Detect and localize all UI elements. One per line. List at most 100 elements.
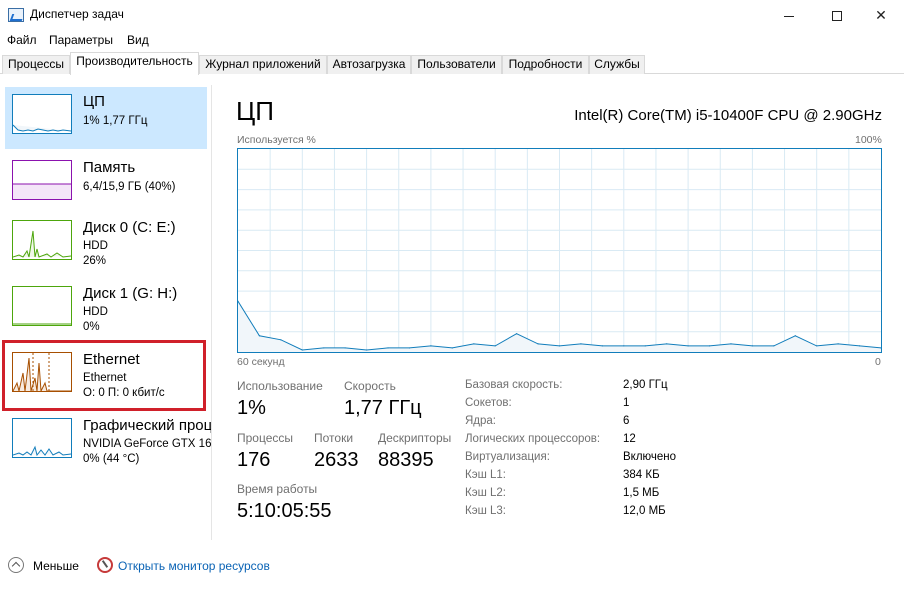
info-key: Базовая скорость: [465, 379, 563, 391]
cpu-usage-point [280, 339, 282, 341]
info-value: 12,0 МБ [623, 505, 666, 517]
info-value: 2,90 ГГц [623, 379, 668, 391]
processes-label: Процессы [237, 431, 294, 445]
open-resource-monitor-link[interactable]: Открыть монитор ресурсов [118, 559, 270, 573]
cpu-usage-point [644, 345, 646, 347]
title-bar: Диспетчер задач ✕ [0, 0, 904, 30]
cpu-usage-point [473, 343, 475, 345]
cpu-usage-point [301, 349, 303, 351]
cpu-usage-point [366, 349, 368, 351]
cpu-usage-point [730, 343, 732, 345]
cpu-usage-point [537, 343, 539, 345]
info-value: 1,5 МБ [623, 487, 660, 499]
handles-value: 88395 [378, 449, 434, 471]
cpu-usage-chart [238, 149, 881, 352]
sidebar-item-detail: NVIDIA GeForce GTX 1660 [83, 438, 211, 450]
info-value: 6 [623, 415, 630, 427]
menu-file[interactable]: Файл [7, 33, 37, 47]
cpu-usage-point [580, 343, 582, 345]
usage-value: 1% [237, 397, 266, 419]
close-button[interactable]: ✕ [858, 0, 904, 30]
graph-x-label: 60 секунд [237, 356, 285, 368]
sidebar-item-cpu[interactable]: ЦП 1% 1,77 ГГц [5, 87, 207, 149]
speed-value: 1,77 ГГц [344, 397, 422, 419]
cpu-usage-point [623, 345, 625, 347]
task-manager-icon [8, 8, 24, 22]
handles-label: Дескрипторы [378, 431, 452, 445]
info-value: 12 [623, 433, 636, 445]
gpu-thumbnail-graph [12, 418, 72, 458]
info-key: Логических процессоров: [465, 433, 601, 445]
cpu-usage-point [408, 347, 411, 349]
sidebar-item-detail: 6,4/15,9 ГБ (40%) [83, 181, 176, 193]
speed-label: Скорость [344, 379, 396, 393]
tab-performance[interactable]: Производительность [70, 52, 199, 75]
tab-details[interactable]: Подробности [502, 55, 589, 74]
fewer-details-button[interactable]: Меньше [33, 559, 79, 573]
threads-value: 2633 [314, 449, 359, 471]
tab-services[interactable]: Службы [589, 55, 645, 74]
info-value: 1 [623, 397, 630, 409]
graph-y-max-label: 100% [855, 134, 882, 146]
processes-value: 176 [237, 449, 271, 471]
sidebar-item-title: Диск 0 (C: E:) [83, 219, 176, 236]
menu-bar: Файл Параметры Вид [0, 31, 904, 51]
minimize-icon [784, 15, 794, 17]
cpu-usage-point [323, 347, 325, 349]
cpu-usage-graph [237, 148, 882, 353]
cpu-usage-point [708, 345, 711, 347]
sidebar-item-title: Графический процессор 0 [83, 417, 211, 434]
tab-processes[interactable]: Процессы [2, 55, 70, 74]
cpu-usage-point [858, 345, 861, 347]
menu-options[interactable]: Параметры [49, 33, 113, 47]
sidebar-item-memory[interactable]: Память 6,4/15,9 ГБ (40%) [5, 153, 207, 215]
cpu-usage-point [558, 345, 561, 347]
sidebar-item-gpu[interactable]: Графический процессор 0 NVIDIA GeForce G… [5, 411, 211, 473]
graph-x-end-label: 0 [875, 356, 881, 368]
uptime-value: 5:10:05:55 [237, 500, 332, 522]
cpu-usage-point [794, 335, 796, 337]
memory-thumbnail-graph [12, 160, 72, 200]
footer-bar: Меньше Открыть монитор ресурсов [0, 552, 904, 582]
cpu-usage-point [516, 333, 518, 335]
usage-label: Использование [237, 379, 323, 393]
sidebar-item-detail: HDD [83, 306, 108, 318]
tab-users[interactable]: Пользователи [411, 55, 502, 74]
cpu-usage-point [666, 343, 668, 345]
cpu-usage-point [816, 345, 818, 347]
cpu-usage-point [344, 347, 346, 349]
sidebar-item-detail: 26% [83, 255, 107, 267]
cpu-usage-point [601, 345, 603, 347]
cpu-model-name: Intel(R) Core(TM) i5-10400F CPU @ 2.90GH… [574, 107, 882, 124]
close-icon: ✕ [875, 7, 887, 23]
cpu-usage-point [451, 347, 453, 349]
cpu-usage-point [687, 345, 689, 347]
menu-view[interactable]: Вид [127, 33, 149, 47]
cpu-thumbnail-graph [12, 94, 72, 134]
cpu-usage-point [387, 347, 389, 349]
maximize-button[interactable] [814, 0, 860, 30]
info-key: Кэш L1: [465, 469, 506, 481]
info-key: Кэш L2: [465, 487, 506, 499]
cpu-usage-point [773, 345, 775, 347]
resource-monitor-icon [97, 557, 113, 573]
tab-startup[interactable]: Автозагрузка [327, 55, 411, 74]
sidebar-item-detail: 1% 1,77 ГГц [83, 115, 148, 127]
cpu-usage-point [258, 335, 261, 337]
disk0-thumbnail-graph [12, 220, 72, 260]
info-key: Виртуализация: [465, 451, 550, 463]
sidebar-item-detail: HDD [83, 240, 108, 252]
disk1-thumbnail-graph [12, 286, 72, 326]
sidebar-item-disk0[interactable]: Диск 0 (C: E:) HDD 26% [5, 213, 207, 275]
info-key: Кэш L3: [465, 505, 506, 517]
sidebar-item-disk1[interactable]: Диск 1 (G: H:) HDD 0% [5, 279, 207, 341]
sidebar-item-detail: 0% (44 °C) [83, 453, 140, 465]
minimize-button[interactable] [766, 0, 812, 30]
fewer-details-icon[interactable] [8, 557, 24, 573]
info-value: 384 КБ [623, 469, 660, 481]
info-key: Ядра: [465, 415, 497, 427]
sidebar-item-detail: 0% [83, 321, 100, 333]
tab-app-history[interactable]: Журнал приложений [199, 55, 327, 74]
maximize-icon [832, 11, 842, 22]
highlight-annotation-box [2, 340, 206, 411]
